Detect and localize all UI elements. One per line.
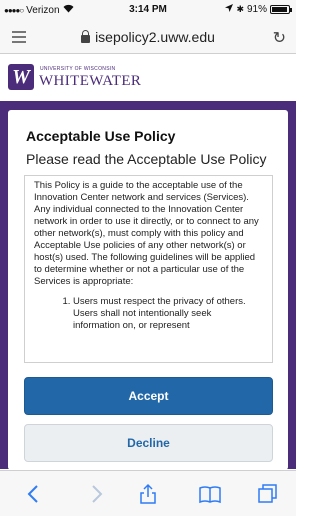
back-icon[interactable] [22, 482, 46, 506]
status-bar: ●●●●○ Verizon 3:14 PM ✱ 91% [0, 0, 296, 20]
battery-percent: 91% [246, 4, 267, 15]
battery-fill [272, 7, 287, 12]
logo-small-text: UNIVERSITY OF WISCONSIN [40, 66, 116, 72]
tabs-icon[interactable] [256, 482, 280, 506]
browser-url-bar: isepolicy2.uww.edu ↻ [0, 20, 296, 54]
forward-icon[interactable] [84, 482, 108, 506]
browser-toolbar [0, 470, 296, 516]
bluetooth-icon: ✱ [236, 4, 244, 14]
page-title: Acceptable Use Policy [26, 128, 176, 144]
site-header: W UNIVERSITY OF WISCONSIN WHITEWATER [0, 55, 296, 101]
status-right: ✱ 91% [225, 4, 292, 15]
policy-list-item: Users must respect the privacy of others… [73, 296, 258, 332]
policy-paragraph: This Policy is a guide to the acceptable… [34, 180, 259, 287]
location-icon [225, 4, 234, 15]
lock-icon [81, 30, 91, 43]
url-field[interactable]: isepolicy2.uww.edu [0, 29, 296, 45]
policy-list: Users must respect the privacy of others… [25, 288, 272, 332]
page-subtitle: Please read the Acceptable Use Policy [26, 151, 267, 167]
share-icon[interactable] [136, 482, 160, 506]
reload-icon[interactable]: ↻ [273, 28, 286, 48]
accept-button[interactable]: Accept [24, 377, 273, 415]
university-logo-icon: W [8, 64, 34, 90]
battery-icon [270, 5, 292, 14]
phone-screen: ●●●●○ Verizon 3:14 PM ✱ 91% isepolicy2.u… [0, 0, 296, 516]
logo-big-text: WHITEWATER [39, 73, 142, 89]
bookmarks-icon[interactable] [198, 482, 222, 506]
policy-text-box[interactable]: This Policy is a guide to the acceptable… [24, 175, 273, 363]
decline-button[interactable]: Decline [24, 424, 273, 462]
url-text: isepolicy2.uww.edu [95, 29, 215, 45]
